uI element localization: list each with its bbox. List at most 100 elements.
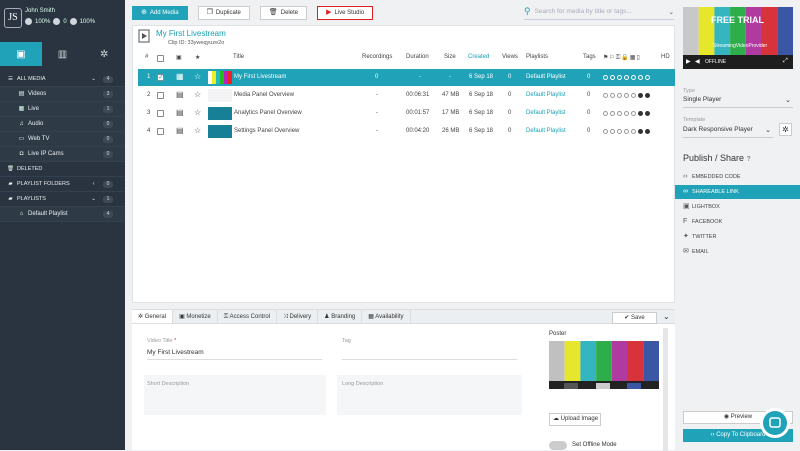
table-row[interactable]: 4 ▤ ☆ Settings Panel Overview - 00:04:20… [138, 123, 675, 140]
chevron-left-icon[interactable]: ‹ [90, 177, 97, 192]
mail-icon: ✉ [683, 248, 689, 255]
table-row[interactable]: 1 ✓ ▦ ☆ My First Livestream 0 - - 6 Sep … [138, 69, 675, 86]
row-checkbox[interactable] [157, 110, 164, 117]
share-twitter[interactable]: ✦ TWITTER [675, 230, 800, 244]
video-title-input[interactable]: My First Livestream [147, 349, 204, 356]
tab-monetize[interactable]: ▣ Monetize [173, 310, 218, 323]
button-label: Preview [730, 414, 753, 420]
editor-tabs: ✲ General ▣ Monetize ⚿ Access Control ⤨ … [132, 310, 675, 324]
share-embedded-code[interactable]: ‹› EMBEDDED CODE [675, 170, 800, 184]
share-label: LIGHTBOX [692, 204, 720, 210]
tab-media[interactable]: ▣ [0, 42, 42, 66]
select-value: Single Player [683, 96, 722, 103]
scrollbar[interactable] [663, 328, 668, 451]
delete-button[interactable]: 🗑 Delete [259, 6, 308, 20]
tab-availability[interactable]: ▦ Availability [362, 310, 411, 323]
share-facebook[interactable]: f FACEBOOK [675, 215, 800, 229]
col-size[interactable]: Size [444, 54, 456, 60]
sidebar-item-playlist-folders[interactable]: ▰ PLAYLIST FOLDERS ‹ 0 [0, 177, 125, 192]
row-checkbox[interactable]: ✓ [157, 74, 164, 81]
tag-input[interactable] [342, 359, 517, 360]
table-row[interactable]: 3 ▤ ☆ Analytics Panel Overview - 00:01:5… [138, 105, 675, 122]
live-studio-button[interactable]: ▶ Live Studio [317, 6, 374, 20]
row-playlists[interactable]: Default Playlist [526, 92, 566, 98]
button-label: Copy To Clipboard [716, 432, 766, 438]
tab-delivery[interactable]: ⤨ Delivery [277, 310, 319, 323]
offline-mode-toggle[interactable] [549, 441, 567, 450]
row-flags [603, 75, 650, 80]
sidebar-item-live-ip-cams[interactable]: ◘ Live IP Cams 0 [0, 147, 125, 162]
provider-watermark: StreamingVideoProvider [713, 43, 768, 49]
col-tags[interactable]: Tags [583, 54, 596, 60]
row-title[interactable]: Analytics Panel Overview [234, 110, 302, 116]
type-select[interactable]: Single Player ⌄ [683, 96, 793, 108]
row-created: 6 Sep 18 [469, 92, 494, 98]
row-checkbox[interactable] [157, 92, 164, 99]
tab-analytics[interactable]: ▥ [42, 42, 84, 66]
fullscreen-icon[interactable]: ⤢ [783, 58, 788, 65]
sidebar-item-playlists[interactable]: ▰ PLAYLISTS ⌄ 1 [0, 192, 125, 207]
template-select[interactable]: Dark Responsive Player ⌄ [683, 126, 773, 138]
star-icon[interactable]: ☆ [194, 108, 201, 117]
count-badge: 0 [103, 151, 113, 158]
play-icon[interactable]: ▶ [686, 58, 691, 65]
duplicate-button[interactable]: ❐ Duplicate [197, 6, 250, 20]
sidebar-item-videos[interactable]: ▤ Videos 3 [0, 87, 125, 102]
search-bar[interactable]: ⚲ Search for media by title or tags... ⌄ [524, 4, 674, 20]
share-email[interactable]: ✉ EMAIL [675, 245, 800, 259]
tab-branding[interactable]: ♟ Branding [318, 310, 363, 323]
free-trial-watermark: FREE TRIAL [711, 15, 764, 25]
chevron-down-icon[interactable]: ⌄ [663, 312, 670, 321]
add-media-button[interactable]: ⊕ Add Media [132, 6, 188, 20]
tab-label: Branding [331, 314, 356, 320]
sidebar-item-web-tv[interactable]: ▭ Web TV 0 [0, 132, 125, 147]
col-playlists[interactable]: Playlists [526, 54, 548, 60]
tab-settings[interactable]: ✲ [83, 42, 125, 66]
star-icon[interactable]: ☆ [194, 72, 201, 81]
upload-image-button[interactable]: ☁ Upload Image [549, 413, 601, 426]
row-title[interactable]: Settings Panel Overview [234, 128, 299, 134]
sidebar-item-audio[interactable]: ♫ Audio 0 [0, 117, 125, 132]
chat-widget-button[interactable] [760, 408, 790, 438]
row-playlists[interactable]: Default Playlist [526, 74, 566, 80]
sidebar-item-live[interactable]: ▦ Live 1 [0, 102, 125, 117]
col-created[interactable]: Created [468, 54, 489, 60]
chevron-down-icon[interactable]: ⌄ [669, 8, 674, 16]
share-lightbox[interactable]: ▣ LIGHTBOX [675, 200, 800, 214]
chevron-down-icon[interactable]: ⌄ [90, 72, 97, 87]
row-num: 4 [147, 128, 151, 134]
divider [147, 359, 322, 360]
row-title[interactable]: Media Panel Overview [234, 92, 294, 98]
col-recordings[interactable]: Recordings [362, 54, 392, 60]
col-views[interactable]: Views [502, 54, 518, 60]
tab-access-control[interactable]: ⚿ Access Control [218, 310, 278, 323]
sidebar-item-default-playlist[interactable]: ⌂ Default Playlist 4 [0, 207, 125, 222]
player-settings-button[interactable]: ✲ [779, 123, 792, 136]
row-title[interactable]: My First Livestream [234, 74, 286, 80]
share-shareable-link[interactable]: ∞ SHAREABLE LINK [675, 185, 800, 199]
sidebar-item-deleted[interactable]: 🗑 DELETED [0, 162, 125, 177]
chevron-down-icon[interactable]: ⌄ [90, 192, 97, 207]
save-button[interactable]: ✔ Save [612, 312, 657, 324]
row-playlists[interactable]: Default Playlist [526, 110, 566, 116]
button-label: Upload Image [560, 416, 599, 422]
row-playlists[interactable]: Default Playlist [526, 128, 566, 134]
select-all-checkbox[interactable] [157, 55, 164, 62]
table-row[interactable]: 2 ▤ ☆ Media Panel Overview - 00:06:31 47… [138, 87, 675, 104]
row-checkbox[interactable] [157, 128, 164, 135]
col-duration[interactable]: Duration [406, 54, 429, 60]
player-preview[interactable]: FREE TRIAL StreamingVideoProvider ▶ ◀ OF… [683, 7, 793, 69]
avatar[interactable]: JS [4, 8, 22, 28]
star-icon[interactable]: ☆ [194, 126, 201, 135]
star-icon[interactable]: ☆ [194, 90, 201, 99]
tab-general[interactable]: ✲ General [132, 310, 174, 323]
volume-icon[interactable]: ◀ [695, 58, 700, 65]
help-icon[interactable]: ? [747, 156, 751, 163]
button-label: Add Media [149, 10, 179, 16]
media-title[interactable]: My First Livestream [156, 29, 226, 38]
col-title[interactable]: Title [233, 54, 244, 60]
sidebar-item-all-media[interactable]: ☰ ALL MEDIA ⌄ 4 [0, 72, 125, 87]
user-name[interactable]: John Smith [25, 8, 55, 14]
check-icon: ✔ [624, 315, 631, 321]
search-input[interactable]: Search for media by title or tags... [535, 8, 632, 15]
